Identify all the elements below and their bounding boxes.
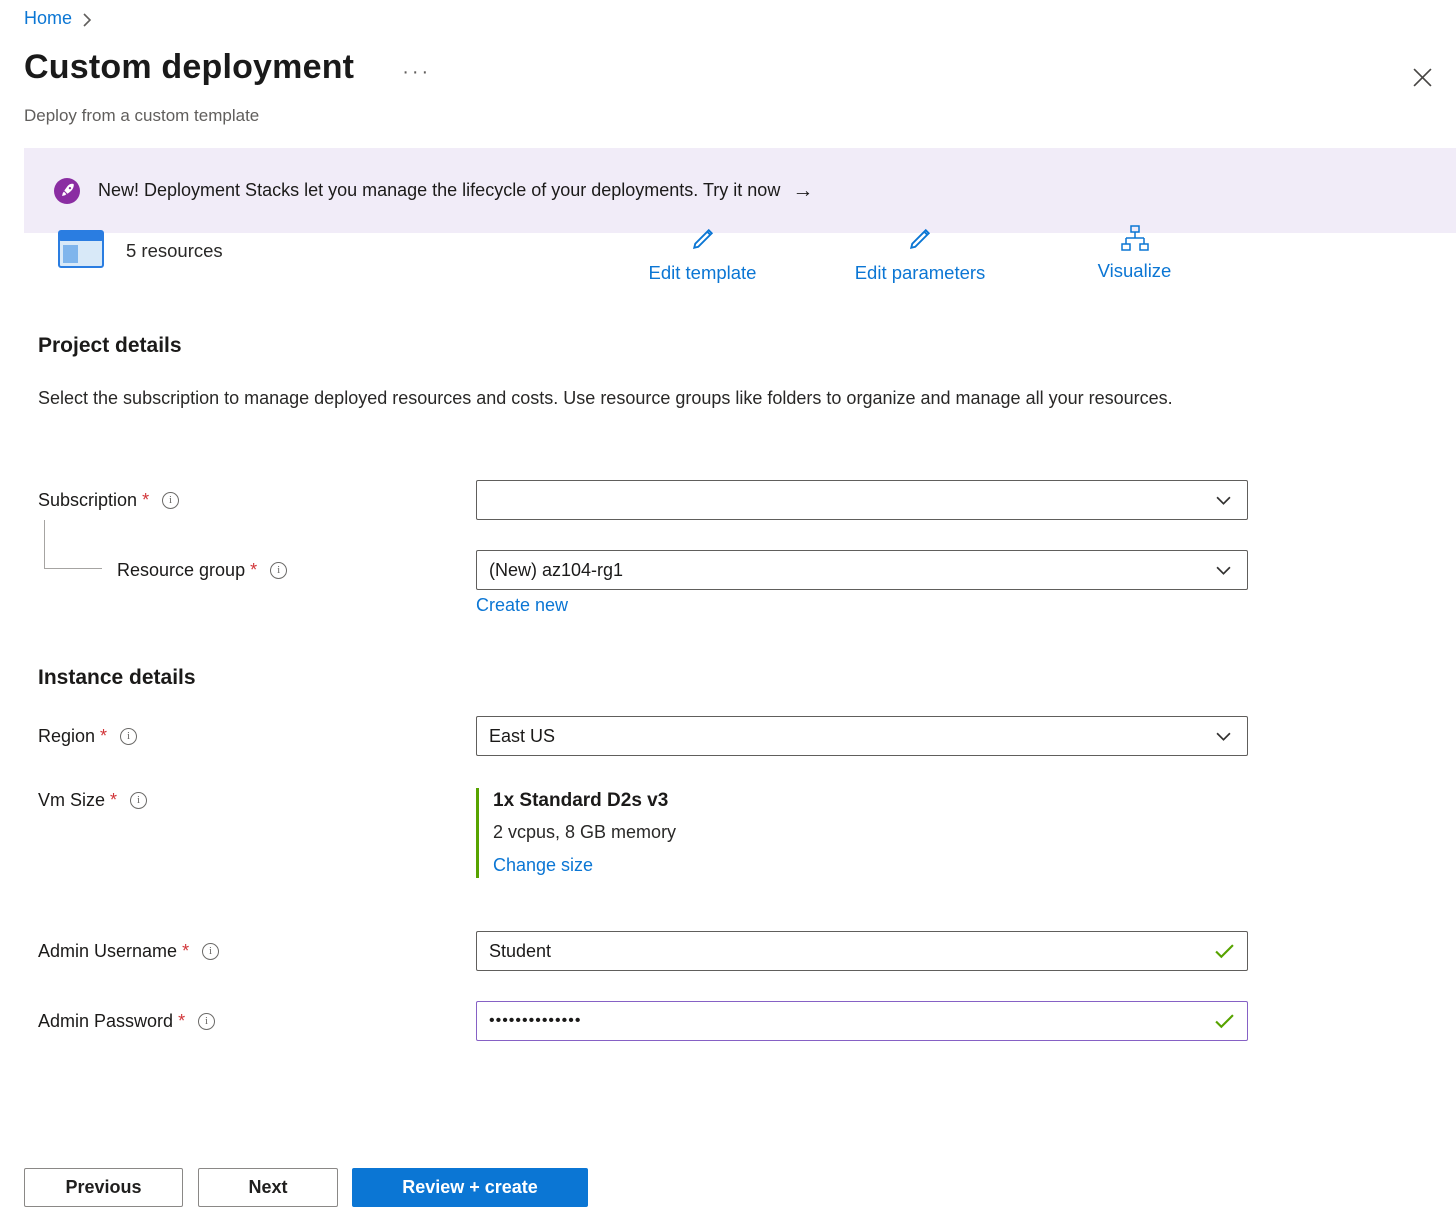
- tree-connector-line: [44, 520, 102, 569]
- admin-username-label-text: Admin Username: [38, 941, 177, 962]
- project-details-description: Select the subscription to manage deploy…: [38, 382, 1188, 414]
- subscription-label-text: Subscription: [38, 490, 137, 511]
- required-asterisk: *: [100, 726, 107, 747]
- instance-details-heading: Instance details: [38, 666, 196, 690]
- deployment-stacks-banner: New! Deployment Stacks let you manage th…: [24, 148, 1456, 233]
- next-button[interactable]: Next: [198, 1168, 338, 1207]
- region-label: Region * i: [38, 716, 137, 756]
- vm-size-label-text: Vm Size: [38, 790, 105, 811]
- subscription-label: Subscription * i: [38, 480, 179, 520]
- info-icon[interactable]: i: [120, 728, 137, 745]
- chevron-down-icon: [1216, 732, 1231, 742]
- resource-group-value: (New) az104-rg1: [489, 560, 623, 581]
- breadcrumb-chevron-icon: [82, 13, 92, 27]
- pencil-icon: [905, 224, 935, 259]
- admin-password-label-text: Admin Password: [38, 1011, 173, 1032]
- visualize-label: Visualize: [1098, 260, 1172, 282]
- info-icon[interactable]: i: [202, 943, 219, 960]
- edit-template-button[interactable]: Edit template: [625, 224, 780, 284]
- title-row: Custom deployment ···: [24, 48, 431, 87]
- info-icon[interactable]: i: [162, 492, 179, 509]
- resource-group-label-text: Resource group: [117, 560, 245, 581]
- previous-button[interactable]: Previous: [24, 1168, 183, 1207]
- admin-password-label: Admin Password * i: [38, 1001, 215, 1041]
- template-resources-icon: [58, 230, 104, 273]
- admin-username-label: Admin Username * i: [38, 931, 219, 971]
- breadcrumb: Home: [24, 8, 92, 29]
- vm-size-title: 1x Standard D2s v3: [493, 790, 676, 812]
- resource-group-dropdown[interactable]: (New) az104-rg1: [476, 550, 1248, 590]
- admin-password-input[interactable]: [476, 1001, 1248, 1041]
- project-details-heading: Project details: [38, 334, 182, 358]
- admin-username-field: [476, 931, 1248, 971]
- required-asterisk: *: [142, 490, 149, 511]
- review-create-button[interactable]: Review + create: [352, 1168, 588, 1207]
- resource-group-label: Resource group * i: [117, 550, 287, 590]
- page-title: Custom deployment: [24, 48, 354, 87]
- checkmark-icon: [1215, 1014, 1234, 1029]
- change-size-link[interactable]: Change size: [493, 855, 593, 876]
- visualize-button[interactable]: Visualize: [1072, 224, 1197, 282]
- edit-template-label: Edit template: [649, 262, 757, 284]
- required-asterisk: *: [182, 941, 189, 962]
- create-new-link[interactable]: Create new: [476, 595, 568, 616]
- subscription-dropdown[interactable]: [476, 480, 1248, 520]
- breadcrumb-home-link[interactable]: Home: [24, 8, 72, 29]
- required-asterisk: *: [178, 1011, 185, 1032]
- region-label-text: Region: [38, 726, 95, 747]
- title-ellipsis-menu[interactable]: ···: [402, 61, 431, 84]
- chevron-down-icon: [1216, 566, 1231, 576]
- banner-text: New! Deployment Stacks let you manage th…: [98, 180, 780, 201]
- resources-count: 5 resources: [126, 240, 223, 262]
- vm-size-block: 1x Standard D2s v3 2 vcpus, 8 GB memory …: [476, 788, 676, 878]
- pencil-icon: [688, 224, 718, 259]
- admin-username-input[interactable]: [476, 931, 1248, 971]
- custom-deployment-page: Home Custom deployment ··· Deploy from a…: [0, 0, 1456, 1219]
- required-asterisk: *: [110, 790, 117, 811]
- checkmark-icon: [1215, 944, 1234, 959]
- info-icon[interactable]: i: [270, 562, 287, 579]
- vm-size-subtitle: 2 vcpus, 8 GB memory: [493, 822, 676, 843]
- visualize-icon: [1120, 224, 1150, 257]
- edit-parameters-button[interactable]: Edit parameters: [825, 224, 1015, 284]
- banner-arrow-icon[interactable]: →: [792, 179, 813, 203]
- required-asterisk: *: [250, 560, 257, 581]
- admin-password-field: [476, 1001, 1248, 1041]
- page-subtitle: Deploy from a custom template: [24, 106, 259, 126]
- info-icon[interactable]: i: [130, 792, 147, 809]
- chevron-down-icon: [1216, 496, 1231, 506]
- region-dropdown[interactable]: East US: [476, 716, 1248, 756]
- vm-size-label: Vm Size * i: [38, 786, 147, 814]
- rocket-icon: [54, 178, 80, 204]
- close-icon: [1413, 68, 1432, 87]
- edit-parameters-label: Edit parameters: [855, 262, 986, 284]
- close-button[interactable]: [1407, 62, 1438, 96]
- info-icon[interactable]: i: [198, 1013, 215, 1030]
- region-value: East US: [489, 726, 555, 747]
